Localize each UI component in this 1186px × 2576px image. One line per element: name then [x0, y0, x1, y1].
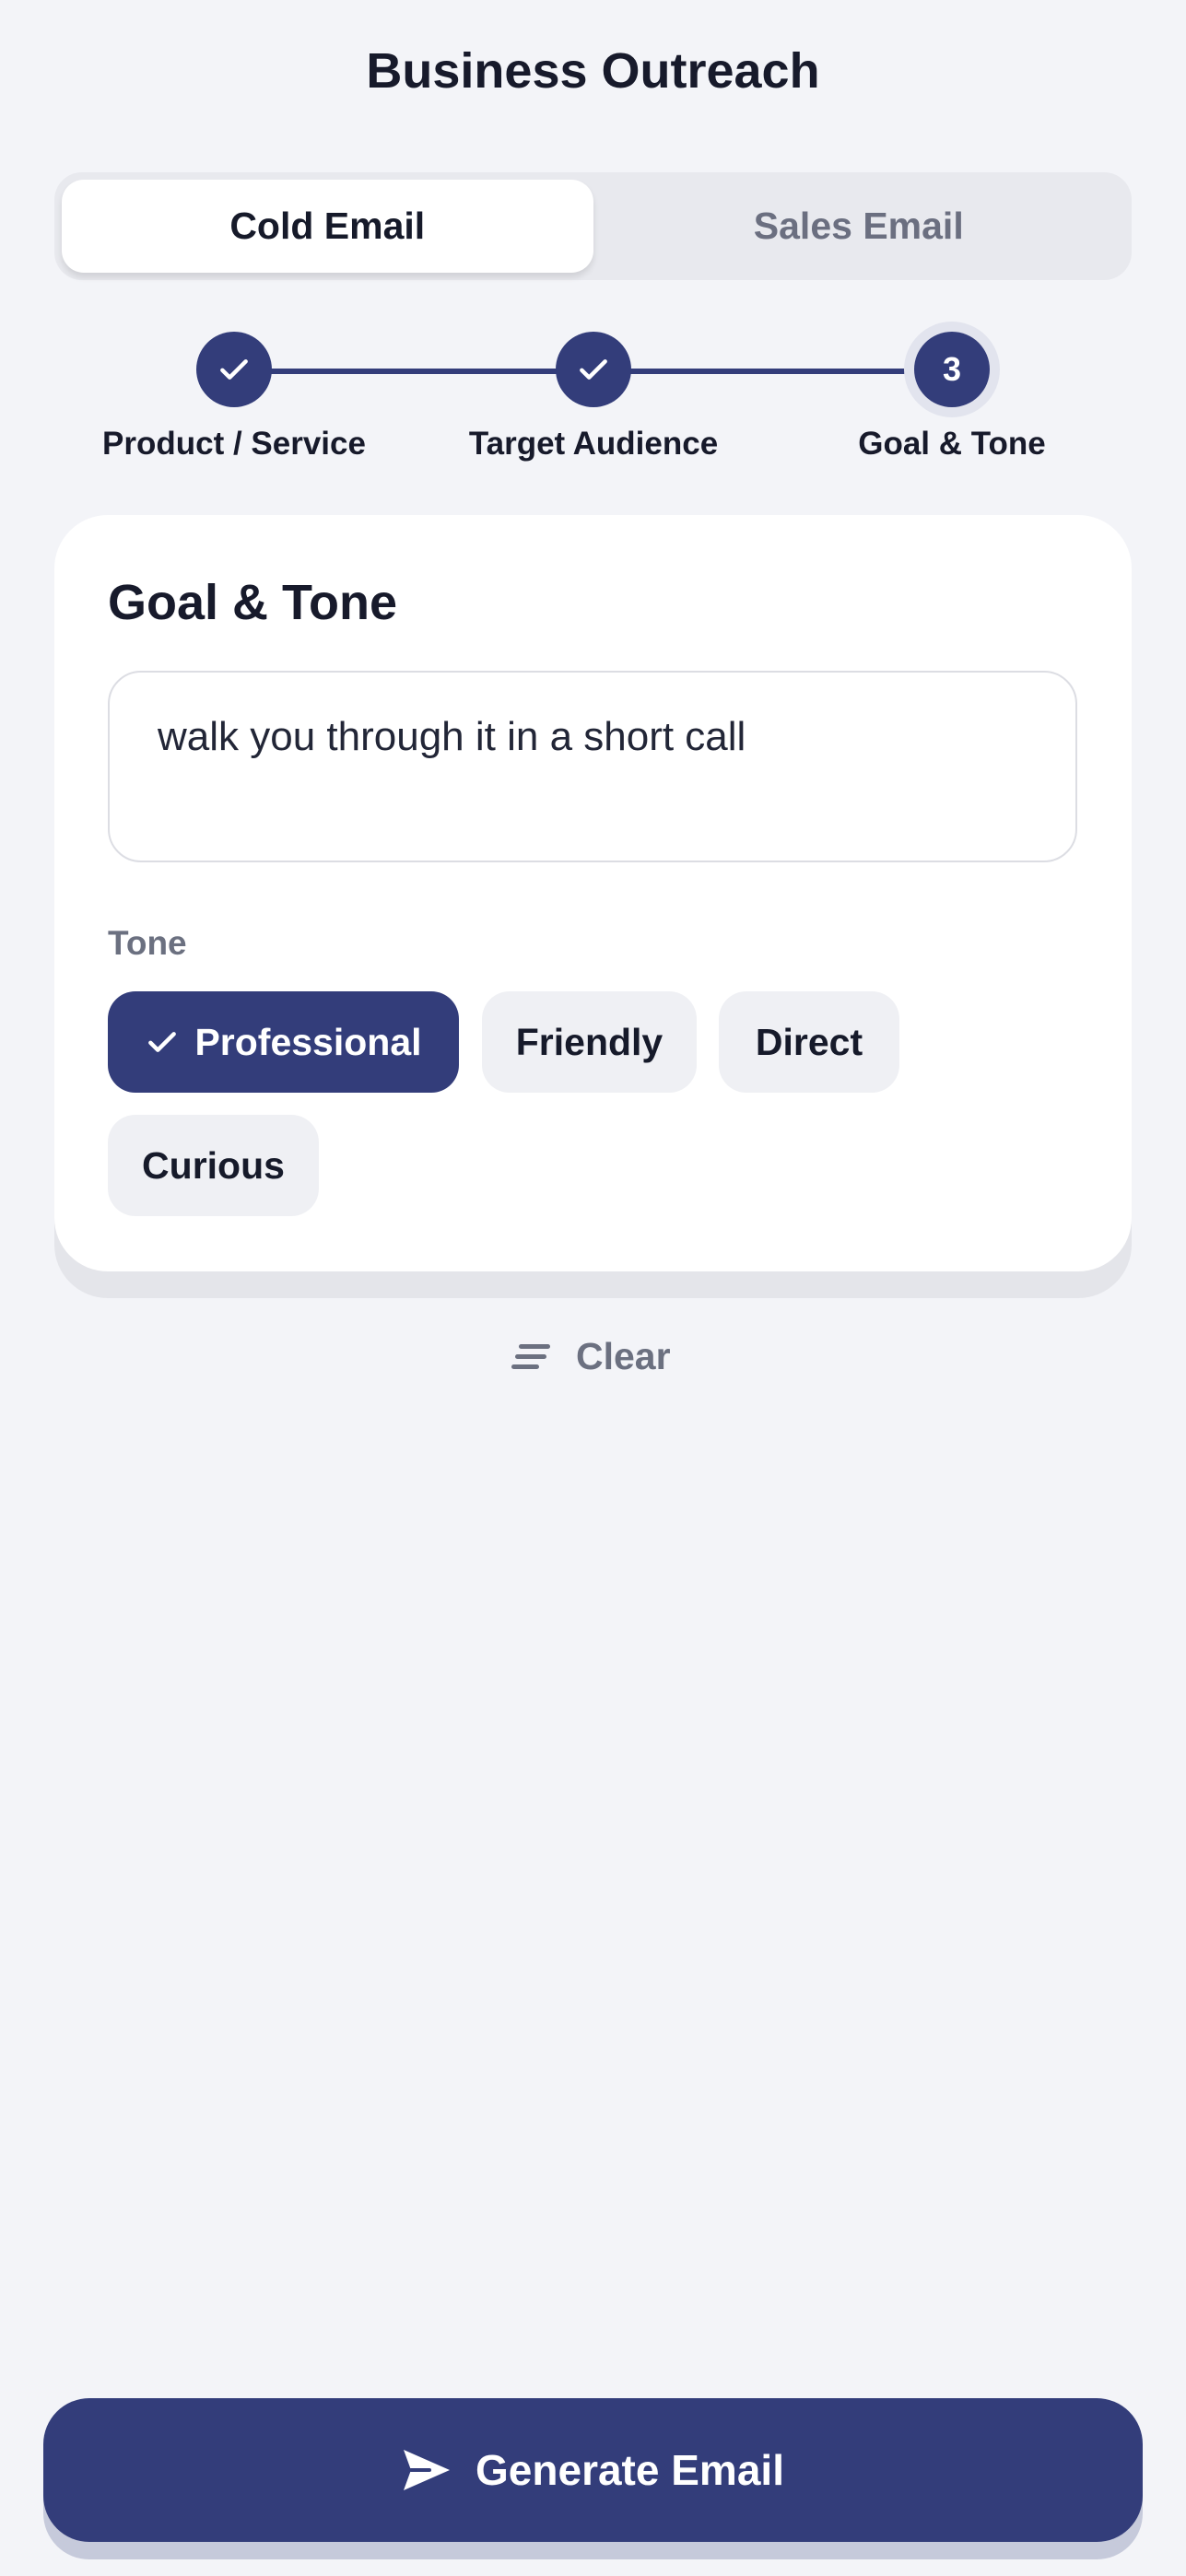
chip-label: Direct [755, 1020, 863, 1063]
tone-chip-friendly[interactable]: Friendly [482, 991, 697, 1093]
chip-label: Friendly [515, 1020, 663, 1063]
step-label: Goal & Tone [858, 426, 1046, 462]
email-type-segmented-control: Cold Email Sales Email [54, 172, 1132, 280]
chip-label: Curious [142, 1143, 285, 1187]
page-title: Business Outreach [366, 43, 820, 99]
lines-icon [511, 1343, 550, 1369]
generate-email-button[interactable]: Generate Email [43, 2398, 1143, 2542]
step-goal-tone[interactable]: 3 Goal & Tone [795, 332, 1109, 463]
check-icon [148, 1032, 177, 1052]
step-label: Product / Service [102, 426, 366, 462]
step-target-audience[interactable]: Target Audience [437, 332, 750, 463]
tab-sales-email[interactable]: Sales Email [593, 180, 1125, 273]
tab-cold-email[interactable]: Cold Email [62, 180, 593, 273]
tone-label: Tone [108, 924, 187, 962]
generate-label: Generate Email [476, 2446, 784, 2494]
chip-label: Professional [194, 1020, 422, 1063]
clear-button[interactable]: Clear [511, 1335, 671, 1378]
tone-chip-professional[interactable]: Professional [108, 991, 459, 1093]
progress-stepper: Product / Service Target Audience 3 Goal… [0, 313, 1186, 479]
card-title: Goal & Tone [108, 575, 398, 630]
check-icon [196, 332, 272, 407]
check-icon [556, 332, 631, 407]
send-icon [404, 2450, 451, 2490]
goal-input[interactable] [108, 671, 1077, 862]
clear-label: Clear [576, 1335, 671, 1377]
step-product-service[interactable]: Product / Service [77, 332, 391, 463]
tone-chip-direct[interactable]: Direct [719, 991, 899, 1093]
step-number: 3 [914, 332, 990, 407]
tone-chip-curious[interactable]: Curious [108, 1115, 319, 1216]
goal-tone-card: Goal & Tone Tone Professional Friendly D… [54, 515, 1132, 1271]
step-label: Target Audience [468, 426, 719, 462]
app-root: Business Outreach Cold Email Sales Email… [0, 0, 1186, 2576]
